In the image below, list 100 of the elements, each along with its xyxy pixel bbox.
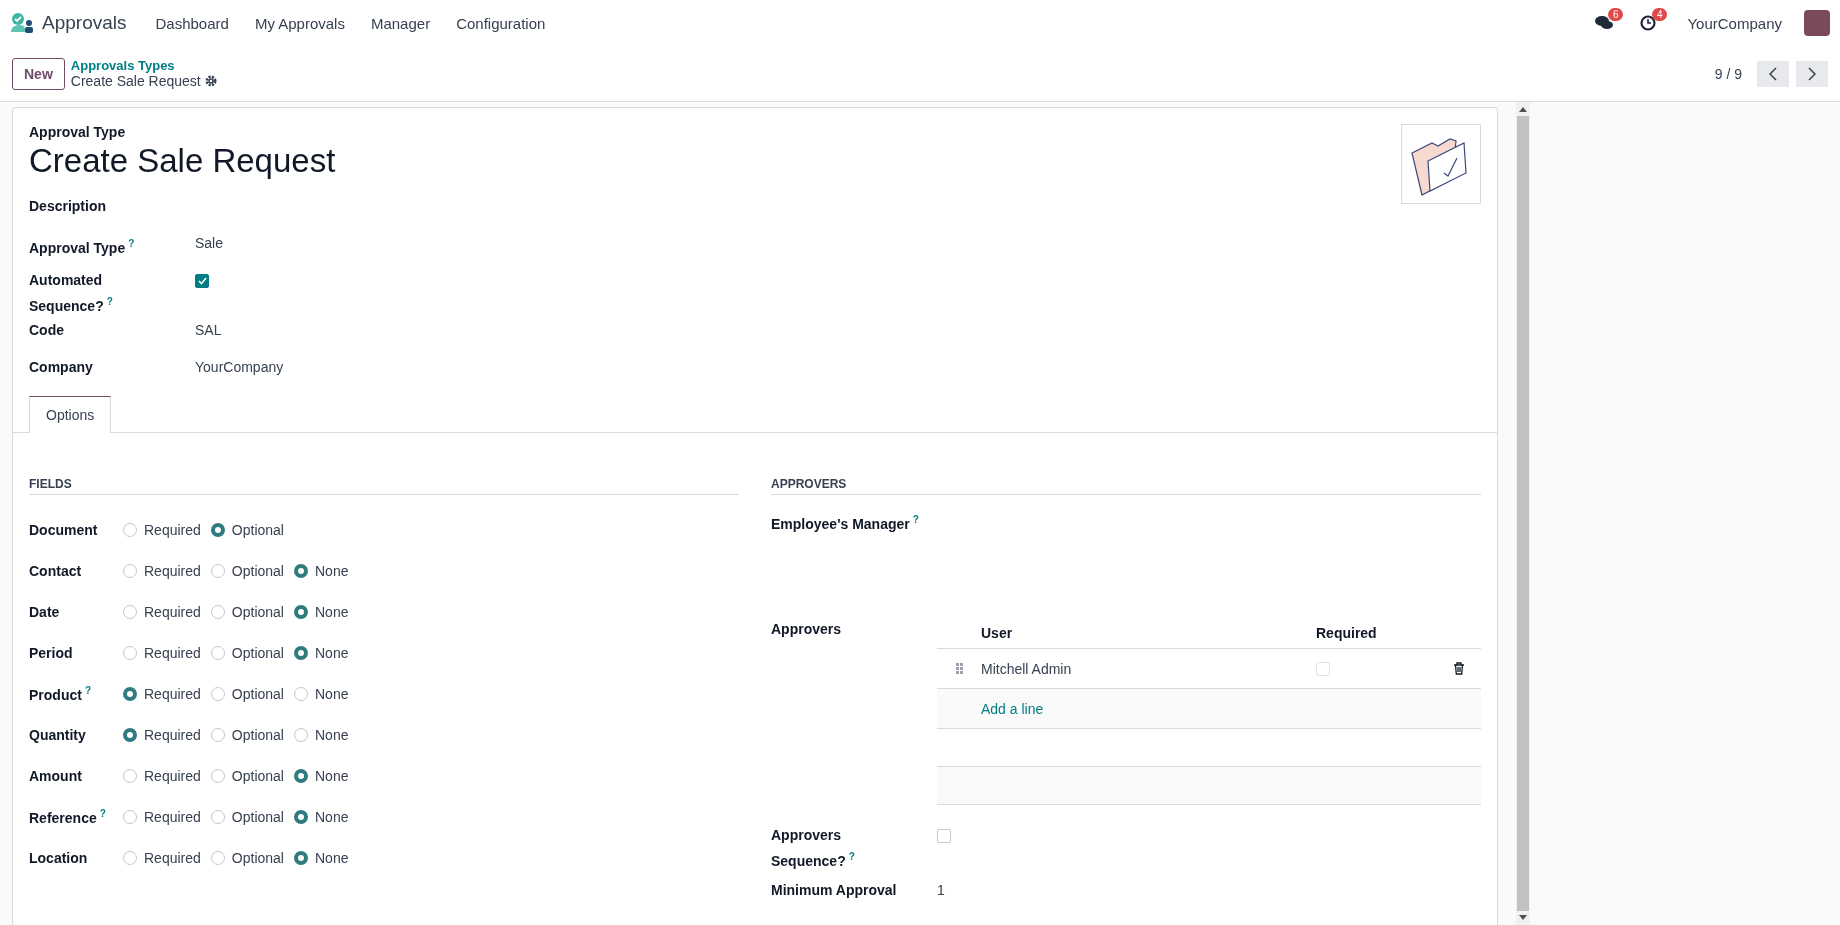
radio-button[interactable] [210,768,225,783]
radio-button[interactable] [294,809,308,824]
radio-button[interactable] [123,604,137,619]
radio-label[interactable]: Required [144,849,201,866]
field-value: 1 [937,881,945,900]
next-button[interactable] [1796,60,1828,87]
radio-label[interactable]: Optional [231,521,284,538]
radio-label[interactable]: None [315,849,349,866]
table-cell-text: Mitchell Admin [981,660,1073,677]
section-title: APPROVERS [771,477,1481,495]
radio-button[interactable] [294,850,308,865]
radio-label[interactable]: None [315,767,349,784]
radio-button[interactable] [210,604,225,619]
radio-label[interactable]: Required [144,685,201,702]
company-switcher[interactable]: YourCompany [1687,14,1782,32]
message-count-badge: 6 [1607,8,1624,21]
radio-label[interactable]: None [315,726,349,743]
breadcrumb-link[interactable]: Approvals Types [70,58,217,73]
radio-label[interactable]: None [315,562,349,579]
field-label: Approvers [771,620,843,639]
app-name[interactable]: Approvals [42,12,127,34]
radio-button[interactable] [123,686,137,701]
field-label: Contact [29,562,83,579]
radio-label[interactable]: Required [144,726,201,743]
record-title: Create Sale Request [29,142,337,180]
radio-label[interactable]: Optional [231,644,284,661]
radio-button[interactable] [123,645,137,660]
previous-button[interactable] [1757,60,1789,87]
field-label: Company [29,358,94,377]
radio-button[interactable] [294,727,308,742]
radio-label[interactable]: Optional [231,603,284,620]
menu-item[interactable]: Manager [361,14,440,32]
radio-label[interactable]: Required [144,644,201,661]
radio-button[interactable] [123,850,137,865]
menu-item[interactable]: My Approvals [245,14,354,32]
record-name: Create Sale Request [70,73,201,89]
radio-button[interactable] [294,604,308,619]
drag-handle-icon[interactable] [955,663,963,674]
radio-label[interactable]: Optional [231,808,284,825]
field-label: Employee's Manager $^{?}$ [771,513,920,534]
menu-item[interactable]: Configuration [447,14,555,32]
radio-button[interactable] [210,522,225,537]
radio-label[interactable]: Required [144,521,201,538]
new-button[interactable]: New [12,57,65,90]
radio-button[interactable] [210,850,225,865]
radio-button[interactable] [123,563,137,578]
radio-button[interactable] [123,768,137,783]
gear-icon[interactable] [204,75,217,87]
column-header: User [981,625,1014,643]
chat-icon[interactable] [1595,15,1614,31]
radio-label[interactable]: Optional [231,767,284,784]
radio-label[interactable]: None [315,808,349,825]
radio-label[interactable]: Optional [231,726,284,743]
radio-button[interactable] [123,522,137,537]
radio-button[interactable] [210,727,225,742]
radio-label[interactable]: None [315,603,349,620]
radio-button[interactable] [294,768,308,783]
checkbox[interactable] [937,829,951,843]
trash-icon[interactable] [1453,662,1465,675]
field-label: Document [29,521,99,538]
radio-label[interactable]: Required [144,767,201,784]
field-label: Approval Type $^{?}$ [29,237,136,258]
field-label: Product $^{?}$ [29,684,92,703]
radio-label[interactable]: None [315,685,349,702]
radio-button[interactable] [294,645,308,660]
radio-button[interactable] [123,727,137,742]
radio-label[interactable]: Required [144,603,201,620]
app-logo-icon[interactable] [10,12,34,34]
radio-label[interactable]: Optional [231,562,284,579]
activity-count-badge: 4 [1651,8,1668,21]
field-label: Date [29,603,61,620]
clock-icon[interactable] [1640,15,1657,31]
radio-button[interactable] [294,563,308,578]
field-value: YourCompany [195,358,284,377]
field-label: Minimum Approval [771,881,898,900]
form-overline: Approval Type [29,124,127,140]
radio-button[interactable] [294,686,308,701]
radio-label[interactable]: Optional [231,849,284,866]
pager-counter: 9 / 9 [1714,65,1742,82]
radio-button[interactable] [210,563,225,578]
chevron-left-icon [1769,66,1777,81]
checkbox[interactable] [195,274,209,288]
user-avatar[interactable] [1804,10,1830,36]
radio-label[interactable]: Required [144,808,201,825]
radio-button[interactable] [210,645,225,660]
field-label: Approvers Sequence? $^{?}$ [771,826,856,871]
options-tab[interactable]: Options [29,396,112,433]
column-header: Required [1316,625,1377,643]
field-value: Sale [195,234,224,253]
radio-button[interactable] [210,686,225,701]
radio-label[interactable]: Optional [231,685,284,702]
field-label: Quantity [29,726,87,743]
add-line-link[interactable]: Add a line [981,700,1044,717]
radio-label[interactable]: Required [144,562,201,579]
field-label: Code [29,321,65,340]
radio-button[interactable] [210,809,225,824]
menu-item[interactable]: Dashboard [146,14,238,32]
radio-label[interactable]: None [315,644,349,661]
radio-button[interactable] [123,809,137,824]
chevron-right-icon [1808,66,1816,81]
